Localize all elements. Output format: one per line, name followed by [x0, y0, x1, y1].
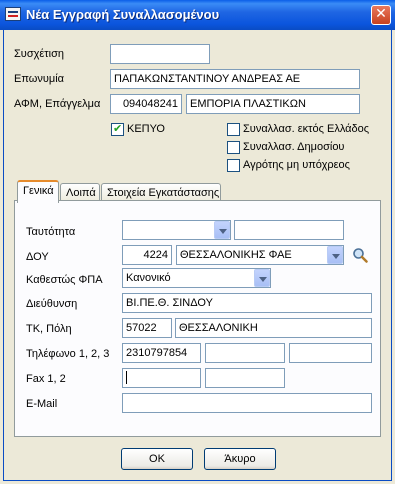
kepyo-label: ΚΕΠΥΟ [127, 123, 165, 135]
app-icon [5, 7, 21, 21]
chevron-down-icon[interactable] [327, 246, 343, 264]
close-button[interactable]: ✕ [371, 5, 391, 25]
phone3-input[interactable] [289, 343, 372, 363]
cancel-button[interactable]: Άκυρο [204, 448, 276, 470]
farmer-checkbox[interactable] [227, 159, 240, 172]
city-input[interactable]: ΘΕΣΣΑΛΟΝΙΚΗ [175, 318, 372, 338]
afm-label: ΑΦΜ, Επάγγελμα [14, 98, 101, 110]
vat-label: Καθεστώς ΦΠΑ [26, 274, 103, 286]
doy-name-select[interactable]: ΘΕΣΣΑΛΟΝΙΚΗΣ ΦΑΕ [176, 245, 344, 265]
ok-button[interactable]: OK [121, 448, 193, 470]
public-checkbox[interactable] [227, 141, 240, 154]
identity-number-input[interactable] [234, 220, 344, 240]
vat-select[interactable]: Κανονικό [122, 268, 271, 288]
doy-code-input[interactable]: 4224 [122, 245, 172, 265]
afm-input[interactable]: 094048241 [110, 94, 182, 114]
doy-label: ΔΟΥ [26, 251, 49, 263]
identity-label: Ταυτότητα [26, 226, 76, 238]
fax2-input[interactable] [205, 368, 285, 388]
phones-label: Τηλέφωνο 1, 2, 3 [26, 348, 110, 360]
address-label: Διεύθυνση [26, 298, 78, 310]
email-input[interactable] [122, 393, 372, 413]
farmer-label: Αγρότης μη υπόχρεος [243, 159, 350, 171]
identity-type-select[interactable] [122, 220, 231, 240]
public-label: Συναλλασ. Δημοσίου [243, 141, 345, 153]
tab-general[interactable]: Γενικά [17, 180, 59, 203]
title-bar[interactable]: Νέα Εγγραφή Συναλλασομένου ✕ [0, 0, 395, 30]
text-cursor [126, 371, 127, 384]
address-input[interactable]: ΒΙ.ΠΕ.Θ. ΣΙΝΔΟΥ [122, 293, 372, 313]
phone2-input[interactable] [205, 343, 285, 363]
eponymia-label: Επωνυμία [14, 73, 65, 85]
abroad-checkbox[interactable] [227, 123, 240, 136]
syschetisi-label: Συσχέτιση [14, 48, 64, 60]
email-label: E-Mail [26, 398, 58, 410]
tk-input[interactable]: 57022 [122, 318, 172, 338]
doy-name-value: ΘΕΣΣΑΛΟΝΙΚΗΣ ΦΑΕ [180, 249, 292, 261]
fax-label: Fax 1, 2 [26, 373, 66, 385]
dialog-window: Νέα Εγγραφή Συναλλασομένου ✕ Συσχέτιση Ε… [0, 0, 395, 484]
fax1-input[interactable] [122, 368, 201, 388]
window-title: Νέα Εγγραφή Συναλλασομένου [26, 7, 220, 22]
chevron-down-icon[interactable] [214, 221, 230, 239]
tk-city-label: ΤΚ, Πόλη [26, 323, 72, 335]
syschetisi-input[interactable] [110, 44, 210, 64]
chevron-down-icon[interactable] [254, 269, 270, 287]
search-icon[interactable] [352, 247, 368, 263]
vat-value: Κανονικό [126, 272, 171, 284]
phone1-input[interactable]: 2310797854 [122, 343, 201, 363]
profession-input[interactable]: ΕΜΠΟΡΙΑ ΠΛΑΣΤΙΚΩΝ [186, 94, 360, 114]
eponymia-input[interactable]: ΠΑΠΑΚΩΝΣΤΑΝΤΙΝΟΥ ΑΝΔΡΕΑΣ ΑΕ [110, 69, 360, 89]
kepyo-checkbox[interactable] [111, 122, 124, 136]
abroad-label: Συναλλασ. εκτός Ελλάδος [243, 123, 370, 135]
